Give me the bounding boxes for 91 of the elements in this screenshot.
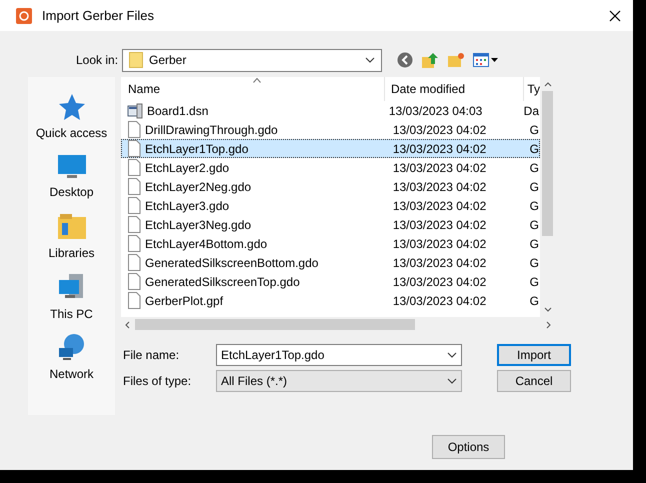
folder-icon xyxy=(56,212,86,240)
monitor-icon xyxy=(56,154,86,180)
file-icon xyxy=(127,197,141,214)
file-row[interactable]: EtchLayer2.gdo 13/03/2023 04:02 G xyxy=(121,158,540,177)
chevron-down-icon xyxy=(447,352,457,358)
import-button[interactable]: Import xyxy=(497,344,571,366)
file-name: GeneratedSilkscreenTop.gdo xyxy=(145,274,300,290)
file-name: EtchLayer4Bottom.gdo xyxy=(145,236,268,252)
file-icon xyxy=(127,216,141,233)
type-cell-text: G xyxy=(528,236,539,252)
file-row[interactable]: EtchLayer4Bottom.gdo 13/03/2023 04:02 G xyxy=(121,234,540,253)
date-cell-text: 13/03/2023 04:02 xyxy=(392,140,488,158)
date-cell-text: 13/03/2023 04:02 xyxy=(392,292,488,310)
file-row[interactable]: EtchLayer3Neg.gdo 13/03/2023 04:02 G xyxy=(121,215,540,234)
view-menu-button[interactable] xyxy=(473,53,498,67)
file-row[interactable]: GerberPlot.gpf 13/03/2023 04:02 G xyxy=(121,291,540,310)
file-name: GeneratedSilkscreenBottom.gdo xyxy=(145,254,318,272)
type-cell-text: G xyxy=(528,178,539,196)
file-row[interactable]: EtchLayer1Top.gdo 13/03/2023 04:02 G xyxy=(121,139,540,158)
date-cell-text: 13/03/2023 04:02 xyxy=(392,236,488,252)
caret-icon xyxy=(491,58,498,62)
type-cell-text: G xyxy=(528,122,539,138)
file-icon xyxy=(127,159,141,176)
folder-up-icon[interactable] xyxy=(421,51,439,69)
date-cell-text: 13/03/2023 04:02 xyxy=(392,274,488,290)
scroll-thumb[interactable] xyxy=(135,319,415,330)
date-cell-text: 13/03/2023 04:03 xyxy=(388,102,484,120)
date-cell-text: 13/03/2023 04:02 xyxy=(392,216,488,234)
back-icon[interactable] xyxy=(397,52,413,68)
file-name: GerberPlot.gpf xyxy=(145,292,224,310)
file-row[interactable]: Board1.dsn 13/03/2023 04:03 Da xyxy=(121,101,540,120)
date-cell-text: 13/03/2023 04:02 xyxy=(392,178,488,196)
column-header[interactable]: Date modified xyxy=(384,77,524,101)
app-icon xyxy=(16,8,32,24)
type-cell-text: G xyxy=(528,198,539,214)
type-cell-text: Da xyxy=(522,102,539,120)
star-icon xyxy=(58,92,86,120)
place-item[interactable]: This PC xyxy=(30,267,114,327)
chevron-down-icon xyxy=(447,378,457,384)
type-cell-text: G xyxy=(528,292,539,310)
close-icon[interactable] xyxy=(609,10,621,22)
file-row[interactable]: DrillDrawingThrough.gdo 13/03/2023 04:02 G xyxy=(121,120,540,139)
place-item[interactable]: Quick access xyxy=(30,87,114,147)
file-row[interactable]: GeneratedSilkscreenBottom.gdo 13/03/2023 04:02 G xyxy=(121,253,540,272)
file-name: Board1.dsn xyxy=(147,102,208,120)
file-icon xyxy=(127,178,141,195)
file-icon xyxy=(127,140,141,157)
date-cell-text: 13/03/2023 04:02 xyxy=(392,198,488,214)
date-cell-text: 13/03/2023 04:02 xyxy=(392,254,488,272)
type-cell-text: G xyxy=(528,216,539,234)
type-cell-text: G xyxy=(528,160,539,176)
column-header[interactable]: Name xyxy=(121,77,385,101)
document-icon xyxy=(127,102,143,118)
file-name: EtchLayer3Neg.gdo xyxy=(145,216,252,234)
look-in-label: Look in: xyxy=(76,52,120,69)
look-in-dropdown[interactable]: Gerber xyxy=(122,48,382,72)
file-row[interactable]: EtchLayer3.gdo 13/03/2023 04:02 G xyxy=(121,196,540,215)
file-name: DrillDrawingThrough.gdo xyxy=(145,122,278,138)
network-icon xyxy=(56,332,86,362)
cancel-button[interactable]: Cancel xyxy=(497,370,571,392)
file-icon xyxy=(127,292,141,309)
type-cell-text: G xyxy=(528,274,539,290)
file-name: EtchLayer2Neg.gdo xyxy=(145,178,252,196)
file-name-label: File name: xyxy=(122,347,180,364)
file-name: EtchLayer2.gdo xyxy=(145,160,230,176)
place-item[interactable]: Libraries xyxy=(30,207,114,267)
place-item[interactable]: Desktop xyxy=(30,147,114,207)
scroll-thumb[interactable] xyxy=(542,91,553,236)
file-icon xyxy=(127,235,141,252)
file-icon xyxy=(127,273,141,290)
file-icon xyxy=(127,121,141,138)
type-cell-text: G xyxy=(528,254,539,272)
file-name: EtchLayer3.gdo xyxy=(145,198,230,214)
type-cell-text: G xyxy=(528,140,539,158)
date-cell-text: 13/03/2023 04:02 xyxy=(392,122,488,138)
options-button[interactable]: Options xyxy=(432,435,505,459)
new-folder-icon[interactable] xyxy=(447,52,465,68)
window-title: Import Gerber Files xyxy=(42,6,154,25)
file-type-label: Files of type: xyxy=(122,373,192,390)
file-icon xyxy=(127,254,141,271)
file-row[interactable]: EtchLayer2Neg.gdo 13/03/2023 04:02 G xyxy=(121,177,540,196)
folder-icon xyxy=(129,52,143,68)
place-item[interactable]: Network xyxy=(30,327,114,387)
column-header[interactable]: Ty xyxy=(524,77,540,101)
chevron-down-icon xyxy=(365,57,375,63)
file-type-dropdown[interactable]: All Files (*.*) xyxy=(216,370,462,392)
file-name: EtchLayer1Top.gdo xyxy=(145,140,248,158)
date-cell-text: 13/03/2023 04:02 xyxy=(392,160,488,176)
grid-view-icon xyxy=(473,53,489,67)
file-name-field[interactable]: EtchLayer1Top.gdo xyxy=(216,344,462,366)
file-row[interactable]: GeneratedSilkscreenTop.gdo 13/03/2023 04:02 G xyxy=(121,272,540,291)
